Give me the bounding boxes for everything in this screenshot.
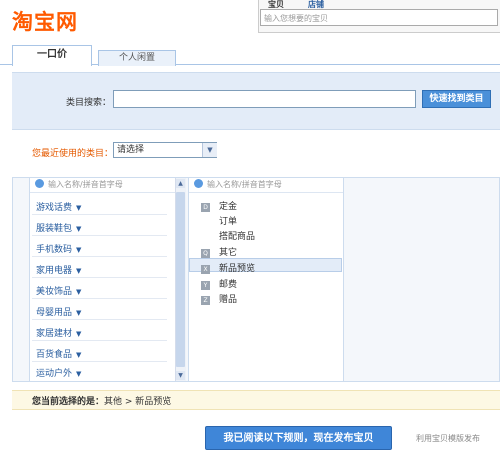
search-tab-items[interactable]: 宝贝 [268, 0, 284, 9]
taobao-logo[interactable]: 淘宝网 [12, 6, 78, 36]
subcategory-filter-input[interactable]: 输入名称/拼音首字母 [189, 178, 343, 193]
category-filter-placeholder: 输入名称/拼音首字母 [48, 180, 123, 189]
tab-personal-idle[interactable]: 个人闲置 [98, 50, 176, 66]
list-item-category[interactable]: 母婴用品 ▼ [36, 305, 81, 318]
divider [32, 214, 167, 215]
category-search-label: 类目搜索： [66, 98, 112, 108]
divider [32, 235, 167, 236]
list-item-subcategory[interactable]: 订单 [219, 214, 237, 227]
list-item-subcategory[interactable]: Y 邮费 [201, 277, 237, 290]
list-item-category[interactable]: 游戏话费 ▼ [36, 200, 81, 213]
letter-badge: Y [201, 281, 210, 290]
divider [32, 298, 167, 299]
divider [32, 256, 167, 257]
chevron-down-icon: ▼ [76, 225, 82, 233]
divider [32, 277, 167, 278]
list-item-category[interactable]: 手机数码 ▼ [36, 242, 81, 255]
template-publish-link[interactable]: 利用宝贝模版发布 [416, 433, 480, 444]
chevron-down-icon: ▼ [76, 370, 82, 378]
find-category-button[interactable]: 快速找到类目 [422, 90, 491, 108]
search-tab-shops[interactable]: 店铺 [308, 0, 324, 9]
category-filter-input[interactable]: 输入名称/拼音首字母 [30, 178, 185, 193]
current-selection-path: 其他 > 新品预览 [104, 397, 172, 407]
list-item-category[interactable]: 运动户外 ▼ [36, 366, 81, 379]
publish-item-button[interactable]: 我已阅读以下规则，现在发布宝贝 [205, 426, 392, 450]
list-item-subcategory-selected[interactable]: X 新品预览 [201, 261, 255, 274]
header-search-input[interactable]: 输入您想要的宝贝 [260, 9, 498, 26]
divider [32, 340, 167, 341]
chevron-down-icon: ▼ [76, 288, 82, 296]
letter-badge: Q [201, 249, 210, 258]
scroll-down-icon[interactable]: ▼ [176, 371, 185, 380]
letter-badge: X [201, 265, 210, 274]
letter-badge: D [201, 203, 210, 212]
chevron-down-icon: ▼ [76, 267, 82, 275]
scrollbar-thumb[interactable] [176, 192, 185, 367]
letter-badge: Z [201, 296, 210, 305]
current-selection-label: 您当前选择的是： [32, 397, 105, 407]
chevron-down-icon: ▼ [76, 330, 82, 338]
list-item-category[interactable]: 美妆饰品 ▼ [36, 284, 81, 297]
list-item-subcategory[interactable]: Q 其它 [201, 245, 237, 258]
list-item-category[interactable]: 家用电器 ▼ [36, 263, 81, 276]
category-search-input[interactable] [113, 90, 416, 108]
list-item-subcategory[interactable]: D 定金 [201, 199, 237, 212]
scroll-up-icon[interactable]: ▲ [176, 179, 185, 188]
list-item-category[interactable]: 家居建材 ▼ [36, 326, 81, 339]
divider [32, 361, 167, 362]
list-item-subcategory[interactable]: 搭配商品 [219, 229, 255, 242]
search-icon [194, 179, 203, 188]
chevron-down-icon: ▼ [76, 204, 82, 212]
chevron-down-icon: ▼ [76, 309, 82, 317]
subcategory-filter-placeholder: 输入名称/拼音首字母 [207, 180, 282, 189]
recent-category-label: 您最近使用的类目： [32, 149, 114, 159]
chevron-down-icon: ▼ [76, 351, 82, 359]
list-item-category[interactable]: 服装鞋包 ▼ [36, 221, 81, 234]
tab-fixed-price[interactable]: 一口价 [12, 45, 92, 66]
search-icon [35, 179, 44, 188]
list-item-category[interactable]: 百货食品 ▼ [36, 347, 81, 360]
chevron-down-icon: ▼ [76, 246, 82, 254]
chevron-down-icon[interactable]: ▼ [202, 143, 217, 157]
list-item-subcategory[interactable]: Z 赠品 [201, 292, 237, 305]
divider [32, 319, 167, 320]
